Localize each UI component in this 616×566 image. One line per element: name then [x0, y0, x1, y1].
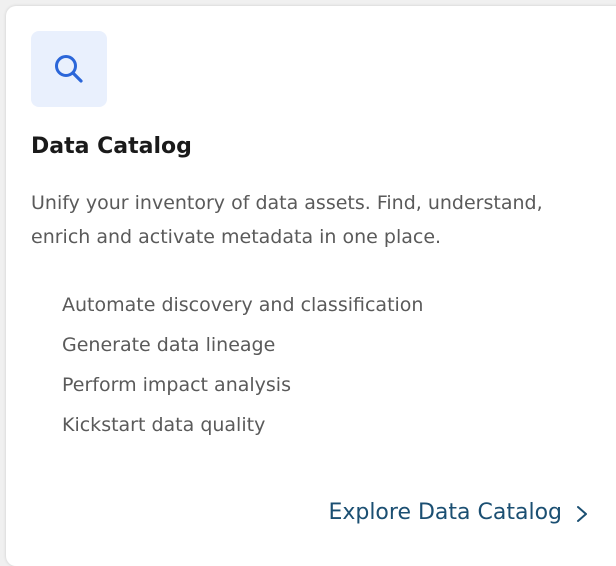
icon-container: [31, 31, 107, 107]
feature-item: Perform impact analysis: [62, 374, 291, 396]
explore-data-catalog-link[interactable]: Explore Data Catalog: [328, 498, 592, 528]
data-catalog-card: Data Catalog Unify your inventory of dat…: [6, 6, 616, 566]
explore-link-label: Explore Data Catalog: [328, 500, 562, 525]
card-title: Data Catalog: [31, 134, 192, 159]
chevron-right-icon: [576, 498, 592, 528]
card-description: Unify your inventory of data assets. Fin…: [31, 192, 543, 248]
feature-item: Automate discovery and classification: [62, 294, 424, 316]
feature-item: Generate data lineage: [62, 334, 276, 356]
feature-item: Kickstart data quality: [62, 414, 266, 436]
search-icon: [55, 55, 83, 83]
feature-list: Automate discovery and classification Ge…: [62, 285, 423, 445]
